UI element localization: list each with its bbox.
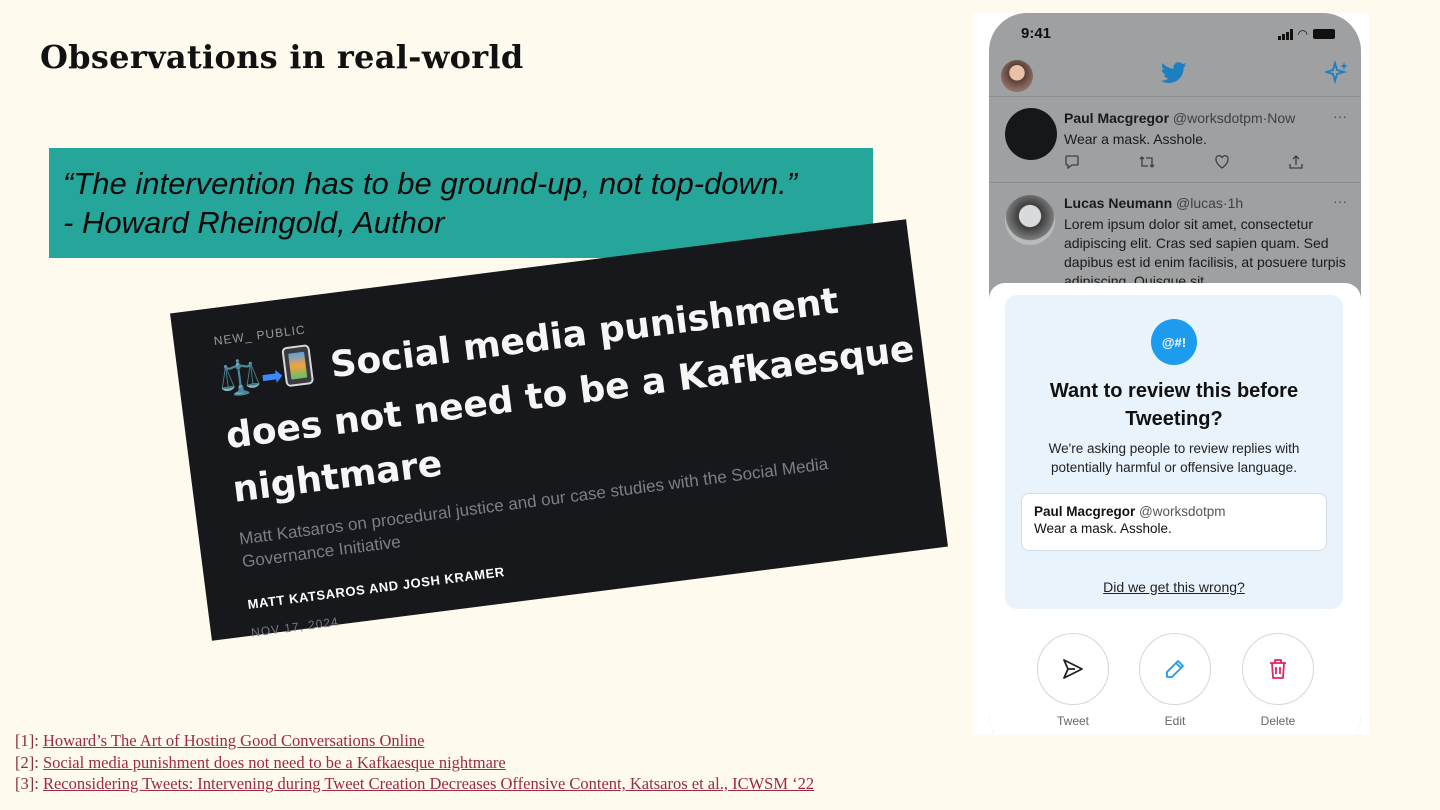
phone-screenshot: 9:41 ◠ Paul Macgregor @worksdotpm·Now ··… — [973, 13, 1369, 735]
phone-frame: 9:41 ◠ Paul Macgregor @worksdotpm·Now ··… — [989, 13, 1361, 735]
trash-icon — [1270, 659, 1286, 679]
more-icon[interactable]: ··· — [1333, 108, 1347, 124]
preview-author: Paul Macgregor — [1034, 504, 1136, 519]
retweet-icon[interactable] — [1138, 154, 1156, 170]
tweet-handle: @lucas — [1176, 195, 1223, 211]
tweet-text: Lorem ipsum dolor sit amet, consectetur … — [1064, 216, 1346, 289]
review-sheet: @#! Want to review this before Tweeting?… — [989, 283, 1361, 735]
twitter-bird-icon — [1161, 62, 1187, 83]
sparkle-icon[interactable] — [1325, 61, 1349, 85]
tweet-item[interactable]: Paul Macgregor @worksdotpm·Now ··· Wear … — [989, 98, 1361, 183]
delete-button-label: Delete — [1260, 714, 1296, 728]
tweet-avatar — [1005, 195, 1055, 245]
preview-text: Wear a mask. Asshole. — [1034, 521, 1172, 536]
quote-attribution: - Howard Rheingold, Author — [63, 205, 445, 240]
reply-icon[interactable] — [1064, 154, 1080, 170]
quote-text: “The intervention has to be ground-up, n… — [63, 166, 798, 201]
edit-button[interactable] — [1139, 633, 1211, 705]
did-we-get-this-wrong-link[interactable]: Did we get this wrong? — [1005, 579, 1343, 595]
mobile-phone-icon — [281, 344, 315, 388]
reference-item: [1]: Howard’s The Art of Hosting Good Co… — [15, 730, 814, 752]
tweet-button-label: Tweet — [1056, 714, 1089, 728]
signal-icon — [1277, 28, 1293, 40]
tweet-time: ·Now — [1262, 110, 1296, 126]
status-bar: 9:41 ◠ — [989, 13, 1361, 57]
arrow-right-icon: ➡ — [259, 360, 285, 394]
tweet-text: Wear a mask. Asshole. — [1064, 131, 1207, 147]
edit-button-label: Edit — [1164, 714, 1186, 728]
pencil-icon — [1166, 660, 1184, 678]
review-prompt: @#! Want to review this before Tweeting?… — [1005, 295, 1343, 609]
tweet-author: Paul Macgregor — [1064, 110, 1170, 126]
reference-link[interactable]: Howard’s The Art of Hosting Good Convers… — [43, 731, 424, 750]
reference-item: [3]: Reconsidering Tweets: Intervening d… — [15, 773, 814, 795]
like-icon[interactable] — [1214, 154, 1230, 170]
tweet-time: ·1h — [1222, 195, 1244, 211]
delete-button[interactable] — [1242, 633, 1314, 705]
references: [1]: Howard’s The Art of Hosting Good Co… — [15, 730, 814, 795]
reference-link[interactable]: Social media punishment does not need to… — [43, 753, 506, 772]
wifi-icon: ◠ — [1297, 27, 1308, 41]
prompt-title: Want to review this before Tweeting? — [1049, 380, 1299, 430]
status-icons: ◠ — [1277, 27, 1335, 41]
share-icon[interactable] — [1288, 154, 1304, 170]
reference-link[interactable]: Reconsidering Tweets: Intervening during… — [43, 774, 814, 793]
reference-number: [3]: — [15, 774, 43, 793]
reference-item: [2]: Social media punishment does not ne… — [15, 752, 814, 774]
reference-number: [2]: — [15, 752, 43, 772]
tweet-header: Paul Macgregor @worksdotpm·Now — [1064, 110, 1295, 126]
battery-icon — [1313, 29, 1335, 39]
more-icon[interactable]: ··· — [1333, 193, 1347, 209]
profile-avatar[interactable] — [1001, 60, 1033, 92]
tweet-actions — [1064, 154, 1304, 170]
tweet-button[interactable] — [1037, 633, 1109, 705]
reference-number: [1]: — [15, 731, 43, 750]
slide-title: Observations in real-world — [40, 38, 524, 76]
article-card[interactable]: NEW_ PUBLIC ⚖️➡ Social media punishment … — [170, 219, 948, 641]
preview-header: Paul Macgregor @worksdotpm — [1034, 504, 1314, 519]
preview-handle: @worksdotpm — [1139, 504, 1226, 519]
tweet-preview: Paul Macgregor @worksdotpm Wear a mask. … — [1021, 493, 1327, 551]
scales-icon: ⚖️ — [216, 355, 264, 401]
tweet-avatar — [1005, 108, 1057, 160]
send-icon — [1063, 659, 1083, 679]
prompt-description: We're asking people to review replies wi… — [1048, 441, 1300, 475]
tweet-header: Lucas Neumann @lucas·1h — [1064, 195, 1243, 211]
offensive-language-badge: @#! — [1151, 319, 1197, 365]
tweet-handle: @worksdotpm — [1172, 110, 1263, 126]
tweet-item[interactable]: Lucas Neumann @lucas·1h ··· Lorem ipsum … — [989, 183, 1361, 293]
tweet-author: Lucas Neumann — [1064, 195, 1173, 211]
twitter-header — [989, 57, 1361, 97]
status-time: 9:41 — [1021, 25, 1052, 42]
